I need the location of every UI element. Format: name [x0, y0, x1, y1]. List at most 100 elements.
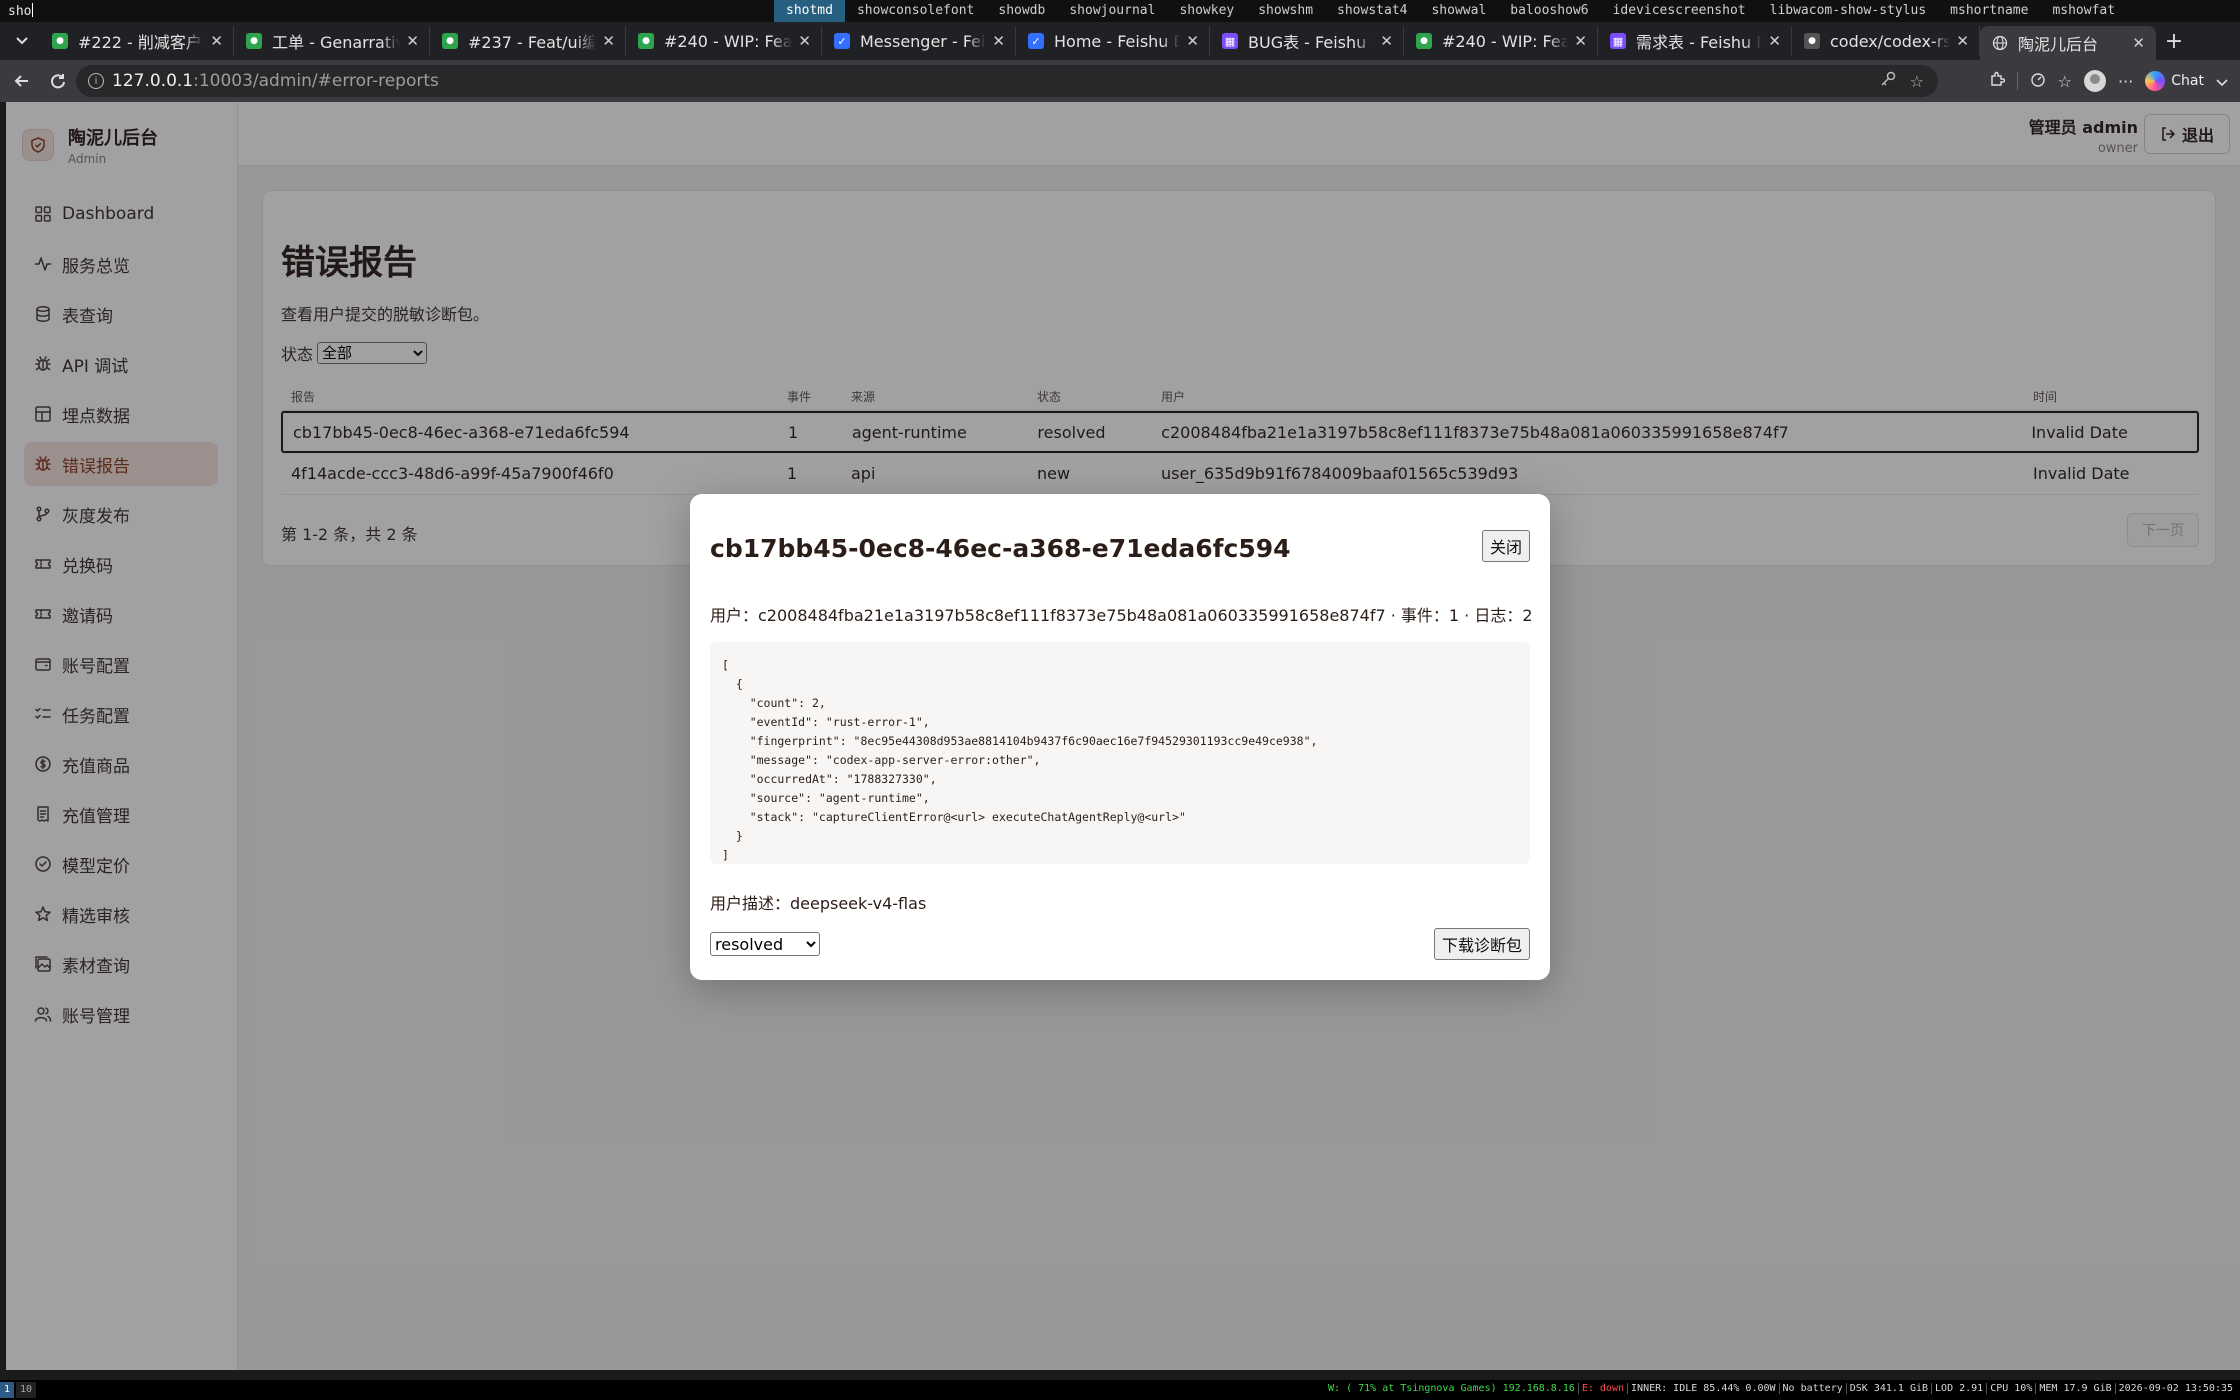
feishu-icon: ✓	[1028, 33, 1044, 49]
close-tab-icon[interactable]: ✕	[2132, 34, 2145, 52]
browser-tab[interactable]: ▦ BUG表 - Feishu Do ✕	[1210, 26, 1404, 56]
close-tab-icon[interactable]: ✕	[992, 32, 1005, 50]
launcher-option[interactable]: showstat4	[1325, 0, 1419, 22]
report-json: [ { "count": 2, "eventId": "rust-error-1…	[710, 642, 1530, 864]
new-tab-icon[interactable]: +	[2156, 29, 2192, 54]
tab-title: 需求表 - Feishu Doc	[1636, 33, 1762, 52]
launcher-option[interactable]: mshowfat	[2040, 0, 2127, 22]
system-status-bar: 1 10 W: ( 71% at Tsingnova Games) 192.16…	[0, 1380, 2240, 1400]
status-item: CPU 10%	[1986, 1383, 2035, 1394]
url-path: :10003/admin/#error-reports	[193, 71, 439, 91]
app-launcher: sho shotmd showconsolefont showdb showjourn…	[0, 0, 2240, 22]
chat-label: Chat	[2171, 73, 2204, 89]
close-tab-icon[interactable]: ✕	[798, 32, 811, 50]
status-item: E: down	[1577, 1383, 1627, 1394]
extensions-icon[interactable]	[1989, 71, 2005, 91]
base-icon: ▦	[1610, 33, 1626, 49]
status-item: No battery	[1778, 1383, 1846, 1394]
user-description: 用户描述：deepseek-v4-flas	[710, 894, 927, 913]
github-icon: ●	[52, 33, 68, 49]
tab-title: codex/codex-rs/ex	[1830, 31, 1951, 51]
more-icon[interactable]: ···	[2118, 72, 2133, 91]
download-bundle-button[interactable]: 下载诊断包	[1434, 928, 1530, 960]
status-item: MEM 17.9 GiB	[2035, 1383, 2114, 1394]
report-detail-modal: cb17bb45-0ec8-46ec-a368-e71eda6fc594 关闭 …	[690, 494, 1550, 980]
bookmark-star-icon[interactable]: ☆	[1910, 72, 1924, 91]
tab-title: 陶泥儿后台	[2018, 35, 2099, 54]
github-icon: ●	[246, 33, 262, 49]
launcher-option[interactable]: showkey	[1167, 0, 1246, 22]
launcher-option[interactable]: mshortname	[1938, 0, 2040, 22]
tab-title: BUG表 - Feishu Do	[1248, 33, 1374, 52]
profile-avatar[interactable]	[2084, 70, 2107, 92]
close-tab-icon[interactable]: ✕	[406, 32, 419, 50]
browser-actions: ☆ ··· Chat	[1989, 65, 2240, 97]
workspace-10[interactable]: 10	[16, 1382, 37, 1398]
favorites-icon[interactable]: ☆	[2058, 72, 2072, 91]
launcher-query[interactable]: sho	[8, 3, 33, 19]
close-tab-icon[interactable]: ✕	[1186, 32, 1199, 50]
browser-tab[interactable]: ● #237 - Feat/ui编辑 ✕	[430, 26, 626, 56]
launcher-option[interactable]: showconsolefont	[845, 0, 986, 22]
launcher-option[interactable]: shotmd	[774, 0, 845, 22]
browser-tab[interactable]: ● #222 - 削减客户端 ✕	[40, 26, 234, 56]
close-tab-icon[interactable]: ✕	[1574, 32, 1587, 50]
launcher-option[interactable]: showdb	[986, 0, 1057, 22]
base-icon: ▦	[1222, 33, 1238, 49]
tab-title: Home - Feishu Doc	[1054, 31, 1180, 51]
browser-tab[interactable]: ✓ Home - Feishu Doc ✕	[1016, 26, 1210, 56]
browser-tab[interactable]: ● 工单 - Genarrative ✕	[234, 26, 430, 56]
launcher-options: shotmd showconsolefont showdb showjournal sh…	[774, 0, 2127, 22]
launcher-option[interactable]: balooshow6	[1498, 0, 1600, 22]
close-tab-icon[interactable]: ✕	[602, 32, 615, 50]
tab-list: ● #222 - 削减客户端 ✕ ● 工单 - Genarrative ✕ ● #237 - …	[40, 22, 2156, 60]
performance-icon[interactable]	[2030, 71, 2046, 91]
close-tab-icon[interactable]: ✕	[1380, 32, 1393, 50]
launcher-option[interactable]: showshm	[1246, 0, 1325, 22]
page-viewport: 陶泥儿后台 Admin Dashboard 服务总览 表查询 API 调试 埋点数据 错误…	[6, 102, 2240, 1370]
browser-tab[interactable]: 陶泥儿后台 ✕	[1980, 26, 2156, 60]
address-bar[interactable]: i 127.0.0.1 :10003/admin/#error-reports …	[76, 65, 1938, 97]
close-tab-icon[interactable]: ✕	[1768, 32, 1781, 50]
report-status-select[interactable]: resolved	[710, 932, 820, 956]
close-tab-icon[interactable]: ✕	[210, 32, 223, 50]
browser-tab[interactable]: ▦ 需求表 - Feishu Doc ✕	[1598, 26, 1792, 56]
address-bar-actions: ☆	[1880, 65, 1924, 97]
close-button[interactable]: 关闭	[1482, 530, 1530, 562]
feishu-icon: ✓	[834, 33, 850, 49]
back-icon[interactable]	[4, 65, 40, 97]
report-meta: 用户：c2008484fba21e1a3197b58c8ef111f8373e7…	[710, 606, 1533, 625]
tab-title: 工单 - Genarrative	[272, 33, 400, 52]
reload-icon[interactable]	[40, 65, 76, 97]
browser-tab[interactable]: ✓ Messenger - Feish ✕	[822, 26, 1016, 56]
browser-toolbar: i 127.0.0.1 :10003/admin/#error-reports …	[0, 60, 2240, 102]
launcher-option[interactable]: libwacom-show-stylus	[1758, 0, 1939, 22]
github-icon: ●	[638, 33, 654, 49]
browser-tab[interactable]: ● #240 - WIP: Feat/A ✕	[1404, 26, 1598, 56]
status-item: LOD 2.91	[1931, 1383, 1986, 1394]
tab-search-icon[interactable]	[4, 26, 40, 56]
chevron-down-icon[interactable]	[2216, 72, 2228, 91]
tab-title: #237 - Feat/ui编辑	[468, 33, 596, 52]
tab-title: Messenger - Feish	[860, 31, 986, 51]
site-info-icon[interactable]: i	[88, 73, 104, 89]
launcher-option[interactable]: showjournal	[1057, 0, 1167, 22]
launcher-option[interactable]: idevicescreenshot	[1601, 0, 1758, 22]
key-icon[interactable]	[1880, 71, 1896, 91]
browser-tab[interactable]: ● codex/codex-rs/ex ✕	[1792, 26, 1980, 56]
browser-tab[interactable]: ● #240 - WIP: Feat/A ✕	[626, 26, 822, 56]
launcher-option[interactable]: showwal	[1419, 0, 1498, 22]
close-tab-icon[interactable]: ✕	[1956, 32, 1969, 50]
tab-title: #222 - 削减客户端	[78, 33, 205, 52]
tab-title: #240 - WIP: Feat/A	[664, 31, 793, 51]
github-icon: ●	[1416, 33, 1432, 49]
modal-title: cb17bb45-0ec8-46ec-a368-e71eda6fc594	[710, 534, 1291, 563]
workspace-1[interactable]: 1	[0, 1382, 15, 1398]
status-items: W: ( 71% at Tsingnova Games) 192.168.8.1…	[1325, 1383, 2236, 1394]
copilot-icon	[2145, 71, 2166, 91]
github-icon: ●	[1804, 33, 1820, 49]
copilot-chat-button[interactable]: Chat	[2145, 71, 2204, 91]
globe-icon	[1992, 35, 2008, 51]
browser-tab-strip: ● #222 - 削减客户端 ✕ ● 工单 - Genarrative ✕ ● #237 - …	[0, 22, 2240, 60]
url-host: 127.0.0.1	[112, 71, 194, 91]
